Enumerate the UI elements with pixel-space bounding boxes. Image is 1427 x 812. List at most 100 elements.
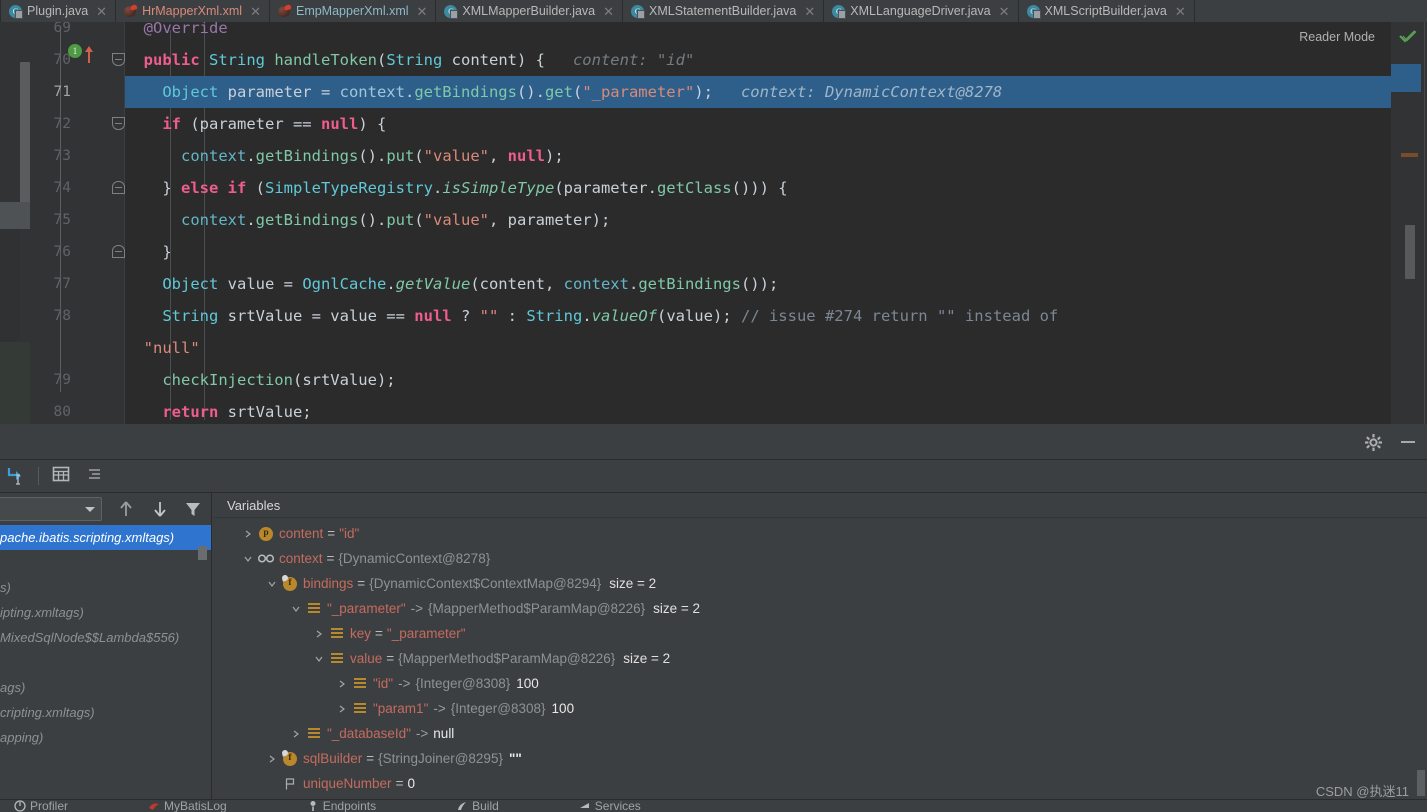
frame-row[interactable]: apping)	[0, 725, 211, 750]
endpoints-icon	[307, 800, 319, 812]
frame-row[interactable]: pache.ibatis.scripting.xmltags)	[0, 525, 211, 550]
close-icon[interactable]: ✕	[603, 5, 614, 18]
editor-tab-xmlstatementbuilder-java[interactable]: XMLStatementBuilder.java ✕	[623, 0, 825, 22]
build-icon	[456, 800, 468, 812]
frame-row[interactable]	[0, 550, 211, 575]
fold-handle[interactable]	[88, 236, 125, 268]
evaluate-expression-icon[interactable]	[6, 464, 30, 488]
variable-row-value[interactable]: value = {MapperMethod$ParamMap@8226} siz…	[214, 646, 1427, 671]
inspections-ok-icon[interactable]	[1399, 29, 1417, 43]
variable-row-context[interactable]: context = {DynamicContext@8278}	[214, 546, 1427, 571]
statusbar-item-mybatislog[interactable]: MyBatisLog	[148, 800, 227, 812]
variable-row-databaseid-entry[interactable]: "_databaseId" -> null	[214, 721, 1427, 746]
table-view-icon[interactable]	[51, 464, 75, 488]
statusbar-item-build[interactable]: Build	[456, 800, 499, 812]
collection-size: size = 2	[653, 601, 701, 616]
sort-variables-icon[interactable]	[85, 464, 109, 488]
variable-row-id-entry[interactable]: "id" -> {Integer@8308} 100	[214, 671, 1427, 696]
chevron-right-icon[interactable]	[334, 676, 350, 692]
statusbar-item-endpoints[interactable]: Endpoints	[307, 800, 376, 812]
editor-tab-xmlmapperbuilder-java[interactable]: XMLMapperBuilder.java ✕	[436, 0, 624, 22]
variable-name: uniqueNumber	[303, 776, 392, 791]
close-icon[interactable]: ✕	[250, 5, 261, 18]
variable-name: "id"	[373, 676, 394, 691]
minimize-icon[interactable]	[1401, 441, 1415, 443]
frames-list[interactable]: pache.ibatis.scripting.xmltags) s) iptin…	[0, 525, 211, 812]
editor-tab-empmapperxml-xml[interactable]: EmpMapperXml.xml ✕	[269, 0, 437, 22]
variable-value: {Integer@8308}	[415, 676, 511, 691]
variable-row-param1-entry[interactable]: "param1" -> {Integer@8308} 100	[214, 696, 1427, 721]
fold-handle[interactable]	[88, 108, 125, 140]
frames-scrollbar-thumb[interactable]	[198, 546, 207, 560]
chevron-right-icon[interactable]	[288, 726, 304, 742]
step-down-icon[interactable]	[150, 499, 170, 519]
code-line-78: String srtValue = value == null ? "" : S…	[125, 307, 1059, 325]
frame-row[interactable]: ipting.xmltags)	[0, 600, 211, 625]
close-icon[interactable]: ✕	[804, 5, 815, 18]
code-text-area[interactable]: @Override public String handleToken(Stri…	[125, 22, 1391, 424]
warning-marker[interactable]	[1401, 153, 1418, 157]
gear-icon[interactable]	[1365, 434, 1382, 451]
variable-separator: =	[386, 651, 395, 666]
chevron-down-icon[interactable]	[288, 601, 304, 617]
tab-label: XMLScriptBuilder.java	[1044, 4, 1167, 18]
fold-handle[interactable]	[88, 172, 125, 204]
step-up-icon[interactable]	[116, 499, 136, 519]
statusbar-label: Profiler	[30, 799, 69, 812]
editor-tab-xmlscriptbuilder-java[interactable]: XMLScriptBuilder.java ✕	[1018, 0, 1195, 22]
thread-select[interactable]	[0, 497, 102, 521]
close-icon[interactable]: ✕	[1175, 5, 1186, 18]
chevron-down-icon[interactable]	[311, 651, 327, 667]
variable-row-content[interactable]: p content = "id"	[214, 521, 1427, 546]
statusbar-item-profiler[interactable]: Profiler	[14, 799, 69, 812]
frame-row[interactable]	[0, 650, 211, 675]
variables-pane[interactable]: Variables p content = "id" context = {Dy…	[214, 493, 1427, 812]
line-number: 77	[53, 276, 71, 292]
frame-row[interactable]: MixedSqlNode$$Lambda$556)	[0, 625, 211, 650]
editor-tab-xmllanguagedriver-java[interactable]: XMLLanguageDriver.java ✕	[824, 0, 1019, 22]
frame-row[interactable]: ags)	[0, 675, 211, 700]
variable-row-key[interactable]: key = "_parameter"	[214, 621, 1427, 646]
close-icon[interactable]: ✕	[96, 5, 107, 18]
chevron-down-icon[interactable]	[264, 576, 280, 592]
chevron-right-icon[interactable]	[311, 626, 327, 642]
variable-name: value	[350, 651, 383, 666]
chevron-right-icon[interactable]	[240, 526, 256, 542]
editor-right-marker-strip[interactable]	[1391, 22, 1427, 424]
variables-header: Variables	[214, 493, 1427, 518]
editor-tab-bar: Plugin.java ✕ HrMapperXml.xml ✕ EmpMappe…	[0, 0, 1427, 22]
close-icon[interactable]: ✕	[417, 5, 428, 18]
chevron-right-icon[interactable]	[334, 701, 350, 717]
variable-value: {MapperMethod$ParamMap@8226}	[398, 651, 616, 666]
frame-row[interactable]: cripting.xmltags)	[0, 700, 211, 725]
variable-row-sqlbuilder[interactable]: f sqlBuilder = {StringJoiner@8295} ""	[214, 746, 1427, 771]
close-icon[interactable]: ✕	[999, 5, 1010, 18]
editor-gutter[interactable]: 69 70 1 71 72 73 74 75 76 77 78 79 80	[30, 22, 125, 424]
editor-tab-plugin-java[interactable]: Plugin.java ✕	[0, 0, 117, 22]
status-bar: Profiler MyBatisLog Endpoints Build Serv…	[0, 799, 1427, 812]
code-editor[interactable]: 69 70 1 71 72 73 74 75 76 77 78 79 80 @O…	[0, 22, 1427, 424]
reader-mode-label[interactable]: Reader Mode	[1299, 30, 1375, 44]
fold-handle[interactable]	[88, 44, 125, 76]
variable-row-bindings[interactable]: f bindings = {DynamicContext$ContextMap@…	[214, 571, 1427, 596]
variable-extra-value: 100	[516, 676, 539, 691]
watch-glasses-icon	[258, 551, 274, 567]
statusbar-item-services[interactable]: Services	[579, 800, 641, 812]
run-to-cursor-icon[interactable]: 1	[68, 44, 82, 58]
variables-scrollbar-thumb[interactable]	[1417, 770, 1425, 796]
chevron-right-icon[interactable]	[264, 751, 280, 767]
debugger-body: pache.ibatis.scripting.xmltags) s) iptin…	[0, 493, 1427, 812]
variable-separator: =	[326, 551, 335, 566]
chevron-down-icon[interactable]	[240, 551, 256, 567]
filter-icon[interactable]	[183, 499, 203, 519]
frames-pane[interactable]: pache.ibatis.scripting.xmltags) s) iptin…	[0, 493, 212, 812]
frame-row[interactable]: s)	[0, 575, 211, 600]
sliver-scrollbar-thumb[interactable]	[20, 62, 30, 207]
variable-row-parameter-entry[interactable]: "_parameter" -> {MapperMethod$ParamMap@8…	[214, 596, 1427, 621]
variable-row-uniquenumber[interactable]: uniqueNumber = 0	[214, 771, 1427, 796]
code-line-79: checkInjection(srtValue);	[162, 371, 396, 389]
variables-tree[interactable]: p content = "id" context = {DynamicConte…	[214, 518, 1427, 812]
variable-separator: =	[395, 776, 404, 791]
editor-scrollbar-thumb[interactable]	[1405, 225, 1415, 279]
editor-tab-hrmapperxml-xml[interactable]: HrMapperXml.xml ✕	[116, 0, 270, 22]
